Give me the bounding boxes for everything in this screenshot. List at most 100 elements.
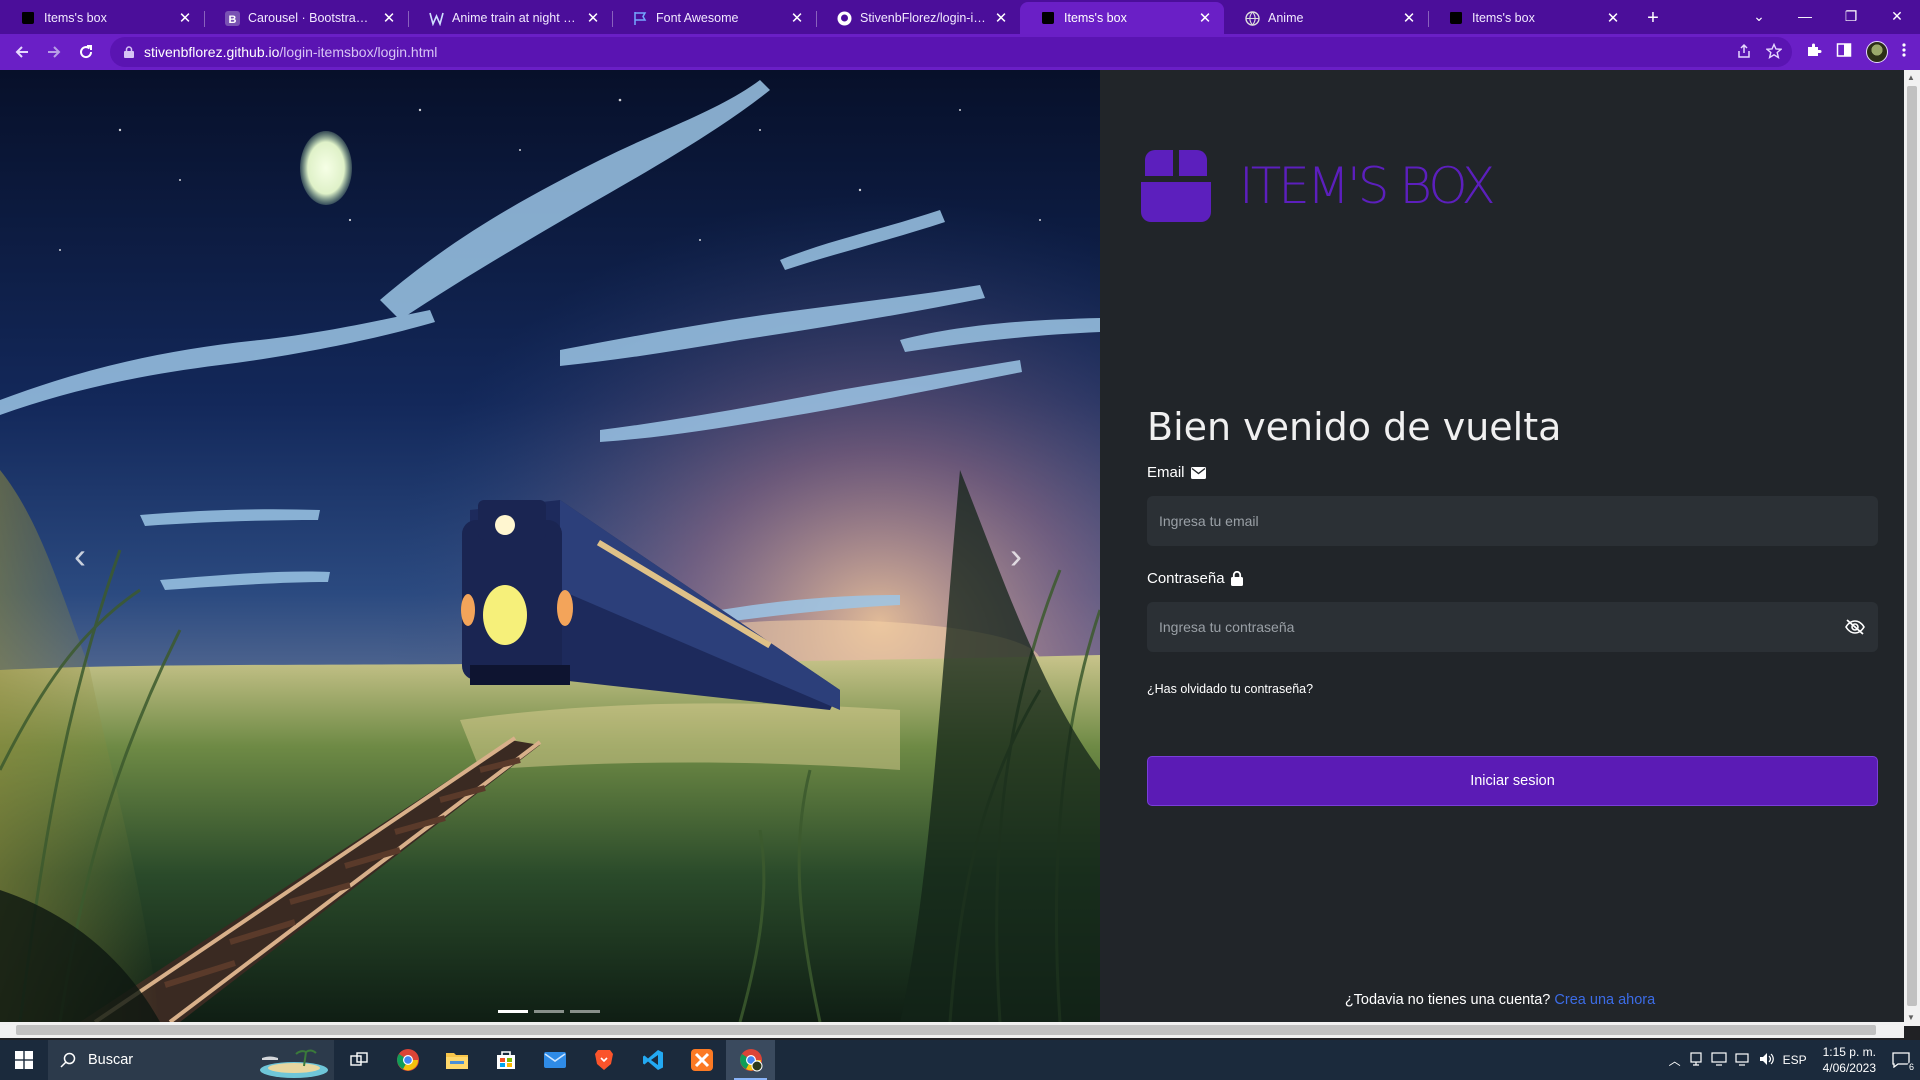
- device-icon[interactable]: [1689, 1051, 1703, 1069]
- taskbar-search[interactable]: Buscar: [48, 1040, 334, 1080]
- arrow-left-icon: [15, 46, 28, 58]
- tab-github[interactable]: StivenbFlorez/login-items ✕: [816, 2, 1020, 34]
- start-button[interactable]: [0, 1040, 48, 1080]
- search-highlight-illustration: [260, 1049, 328, 1078]
- address-bar[interactable]: stivenbflorez.github.io/login-itemsbox/l…: [110, 37, 1792, 67]
- window-controls: ⌄ — ❐ ✕: [1736, 0, 1920, 34]
- email-input[interactable]: [1159, 513, 1866, 529]
- close-icon[interactable]: ✕: [1196, 9, 1214, 27]
- tab-strip: Items's box ✕ B Carousel · Bootstrap v5.…: [0, 0, 1920, 34]
- side-panel-icon[interactable]: [1836, 42, 1852, 63]
- horizontal-scroll-thumb[interactable]: [16, 1025, 1876, 1035]
- w-favicon-icon: [428, 10, 444, 26]
- new-tab-button[interactable]: +: [1636, 2, 1670, 34]
- tab-title: Items's box: [44, 11, 107, 25]
- clock[interactable]: 1:15 p. m. 4/06/2023: [1823, 1044, 1876, 1076]
- bookmark-star-icon[interactable]: [1765, 42, 1783, 62]
- close-icon[interactable]: ✕: [1604, 9, 1622, 27]
- tab-title: Items's box: [1064, 11, 1127, 25]
- email-label: Email: [1147, 464, 1206, 481]
- tab-items-box-3[interactable]: Items's box ✕: [1428, 2, 1632, 34]
- url-host: stivenbflorez.github.io: [144, 44, 280, 60]
- password-label-text: Contraseña: [1147, 570, 1225, 587]
- tab-items-box-1[interactable]: Items's box ✕: [0, 2, 204, 34]
- browser-toolbar: stivenbflorez.github.io/login-itemsbox/l…: [0, 34, 1920, 70]
- mail-icon[interactable]: [530, 1040, 579, 1080]
- close-window-button[interactable]: ✕: [1874, 0, 1920, 32]
- vertical-scroll-thumb[interactable]: [1907, 86, 1917, 1006]
- email-field[interactable]: [1147, 496, 1878, 546]
- brave-browser-icon[interactable]: [579, 1040, 628, 1080]
- reload-button[interactable]: [70, 36, 102, 68]
- tab-search-icon[interactable]: ⌄: [1736, 0, 1782, 32]
- svg-text:B: B: [228, 14, 236, 26]
- notification-center-icon[interactable]: 6: [1892, 1052, 1916, 1072]
- network-icon[interactable]: [1734, 1052, 1751, 1069]
- remote-desktop-icon[interactable]: [1710, 1051, 1727, 1069]
- password-label: Contraseña: [1147, 570, 1243, 587]
- volume-icon[interactable]: [1759, 1052, 1775, 1069]
- lock-icon[interactable]: [124, 46, 134, 58]
- vscode-icon[interactable]: [628, 1040, 677, 1080]
- minimize-button[interactable]: —: [1782, 0, 1828, 32]
- box-logo-icon: [1141, 150, 1211, 222]
- task-view-icon[interactable]: [334, 1040, 383, 1080]
- envelope-icon: [1190, 466, 1206, 479]
- share-icon[interactable]: [1736, 43, 1752, 62]
- close-icon[interactable]: ✕: [992, 9, 1010, 27]
- microsoft-store-icon[interactable]: [481, 1040, 530, 1080]
- vertical-scrollbar[interactable]: ▲ ▼: [1904, 70, 1920, 1026]
- tab-bootstrap-carousel[interactable]: B Carousel · Bootstrap v5.3 ✕: [204, 2, 408, 34]
- tab-anime-train[interactable]: Anime train at night by aa ✕: [408, 2, 612, 34]
- close-icon[interactable]: ✕: [380, 9, 398, 27]
- close-icon[interactable]: ✕: [788, 9, 806, 27]
- carousel-next-icon[interactable]: ›: [1010, 538, 1022, 574]
- carousel-indicator[interactable]: [498, 1010, 528, 1013]
- carousel-indicator[interactable]: [570, 1010, 600, 1013]
- kebab-menu-icon[interactable]: [1902, 42, 1906, 63]
- language-indicator[interactable]: ESP: [1783, 1053, 1807, 1067]
- password-field[interactable]: [1147, 602, 1878, 652]
- chrome-taskbar-icon[interactable]: [383, 1040, 432, 1080]
- tab-font-awesome[interactable]: Font Awesome ✕: [612, 2, 816, 34]
- tab-title: Anime: [1268, 11, 1304, 25]
- tab-title: Font Awesome: [656, 11, 739, 25]
- signup-prompt: ¿Todavia no tienes una cuenta? Crea una …: [1100, 992, 1900, 1008]
- password-input[interactable]: [1159, 619, 1844, 635]
- forward-button[interactable]: [38, 36, 70, 68]
- windows-taskbar: Buscar ︿ ESP 1:15 p. m. 4/06/2023 6: [0, 1040, 1920, 1080]
- extensions-puzzle-icon[interactable]: [1806, 42, 1822, 63]
- flag-favicon-icon: [632, 10, 648, 26]
- close-icon[interactable]: ✕: [1400, 9, 1418, 27]
- carousel-indicator[interactable]: [534, 1010, 564, 1013]
- login-submit-button[interactable]: Iniciar sesion: [1147, 756, 1878, 806]
- reload-icon: [80, 45, 93, 59]
- chevron-up-icon[interactable]: ︿: [1669, 1052, 1681, 1069]
- eye-slash-icon[interactable]: [1844, 616, 1866, 638]
- tab-anime[interactable]: Anime ✕: [1224, 2, 1428, 34]
- back-button[interactable]: [6, 36, 38, 68]
- tab-items-box-active[interactable]: Items's box ✕: [1020, 2, 1224, 34]
- clock-date: 4/06/2023: [1822, 1061, 1876, 1075]
- browser-window: Items's box ✕ B Carousel · Bootstrap v5.…: [0, 0, 1920, 1080]
- train-night-illustration: [0, 70, 1100, 1022]
- box-favicon-icon: [1040, 10, 1056, 26]
- chrome-profile-taskbar-icon[interactable]: [726, 1040, 775, 1080]
- profile-avatar[interactable]: [1866, 41, 1888, 63]
- email-label-text: Email: [1147, 464, 1185, 481]
- hero-carousel[interactable]: ‹ ›: [0, 70, 1100, 1022]
- close-icon[interactable]: ✕: [176, 9, 194, 27]
- forgot-password-link[interactable]: ¿Has olvidado tu contraseña?: [1147, 682, 1313, 696]
- restore-button[interactable]: ❐: [1828, 0, 1874, 32]
- carousel-prev-icon[interactable]: ‹: [74, 538, 86, 574]
- signup-link[interactable]: Crea una ahora: [1554, 992, 1655, 1008]
- box-favicon-icon: [1448, 10, 1464, 26]
- xampp-icon[interactable]: [677, 1040, 726, 1080]
- scroll-up-icon[interactable]: ▲: [1907, 73, 1915, 82]
- horizontal-scrollbar[interactable]: [0, 1022, 1904, 1038]
- file-explorer-icon[interactable]: [432, 1040, 481, 1080]
- close-icon[interactable]: ✕: [584, 9, 602, 27]
- scroll-down-icon[interactable]: ▼: [1907, 1013, 1915, 1022]
- lock-icon: [1230, 571, 1243, 586]
- tab-title: Carousel · Bootstrap v5.3: [248, 11, 374, 25]
